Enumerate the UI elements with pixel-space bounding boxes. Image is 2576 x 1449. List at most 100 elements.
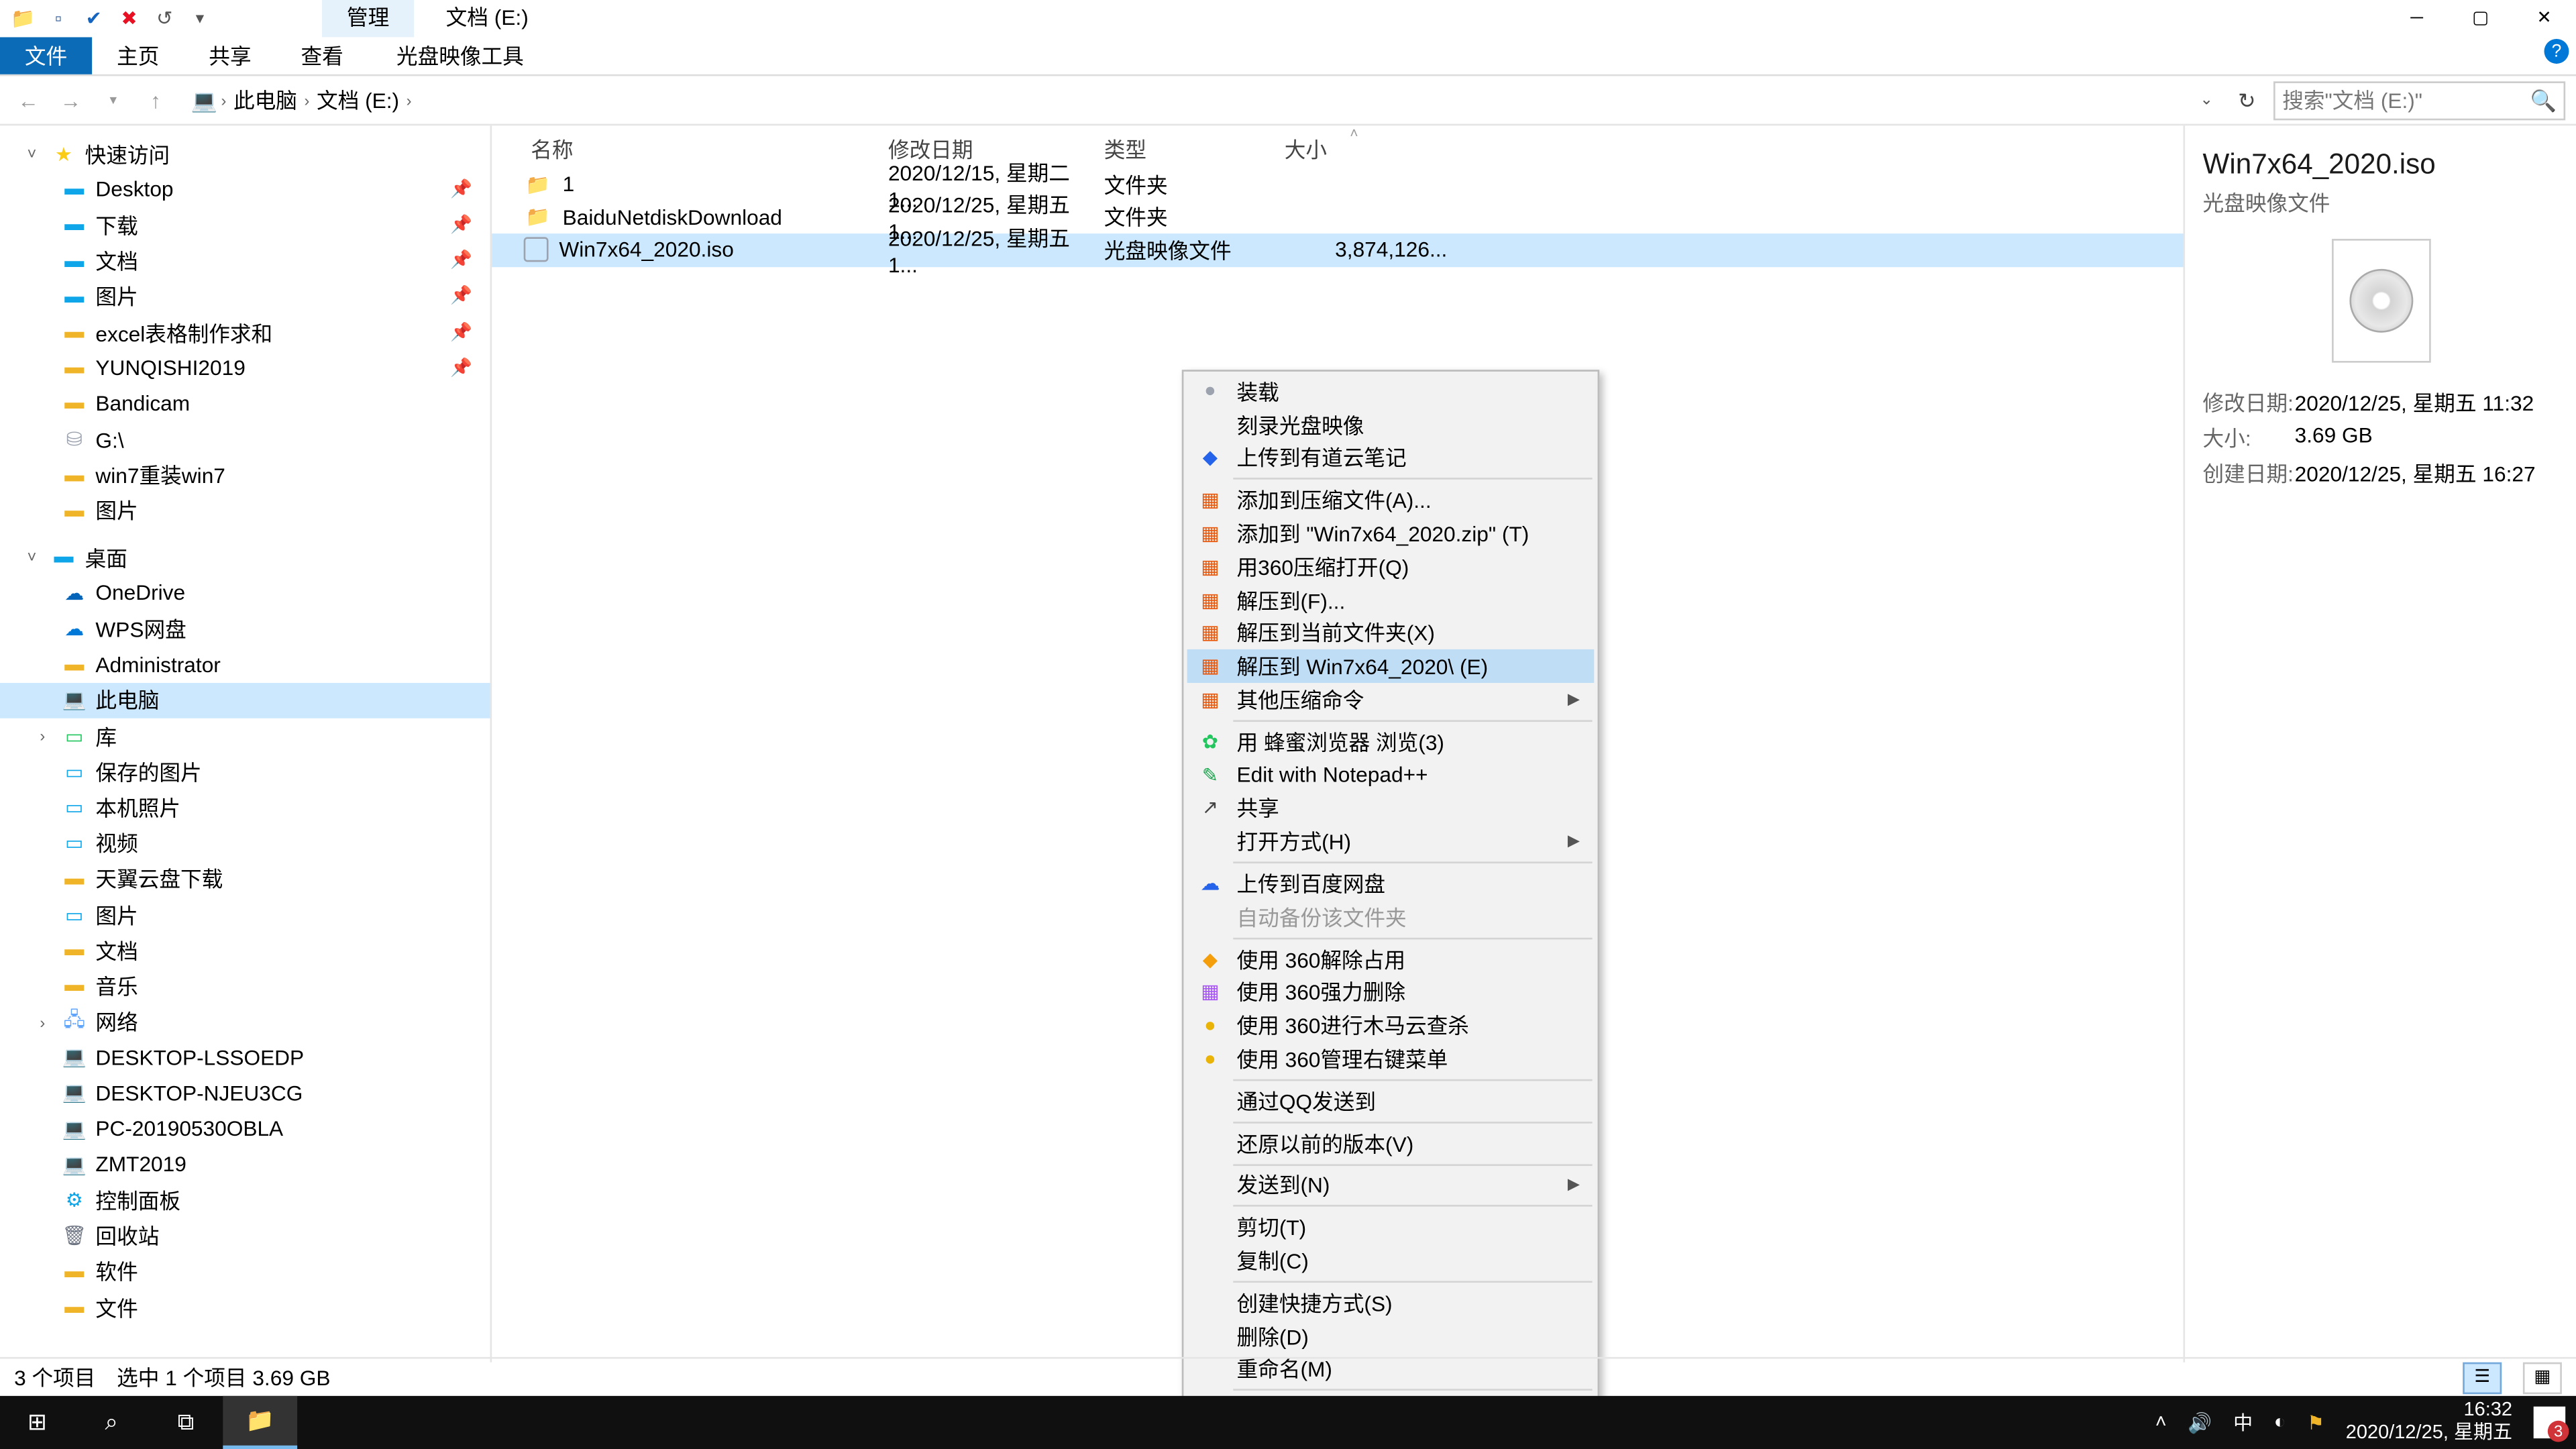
help-icon[interactable]: ? bbox=[2544, 39, 2569, 64]
refresh-button[interactable]: ↻ bbox=[2227, 88, 2266, 113]
column-size[interactable]: 大小 bbox=[1285, 134, 1462, 164]
context-menu-item[interactable]: 打开方式(H)▶ bbox=[1187, 825, 1595, 859]
context-menu-item[interactable]: 创建快捷方式(S) bbox=[1187, 1286, 1595, 1320]
save-icon[interactable]: ▫ bbox=[42, 3, 74, 34]
back-button[interactable]: ← bbox=[11, 83, 46, 118]
search-button[interactable]: ⌕ bbox=[74, 1396, 149, 1449]
volume-icon[interactable]: 🔊 bbox=[2188, 1411, 2212, 1434]
sidebar-item[interactable]: 🗑回收站 bbox=[0, 1218, 490, 1254]
context-menu-item[interactable]: ●装载 bbox=[1187, 375, 1595, 409]
context-menu-item[interactable]: ▦用360压缩打开(Q) bbox=[1187, 550, 1595, 584]
tab-share[interactable]: 共享 bbox=[184, 37, 276, 74]
file-row[interactable]: 📁BaiduNetdiskDownload2020/12/25, 星期五 1..… bbox=[492, 201, 2183, 233]
column-headers[interactable]: 名称 修改日期 类型 大小 bbox=[492, 125, 2183, 168]
details-view-button[interactable]: ☰ bbox=[2463, 1361, 2502, 1393]
minimize-button[interactable]: ─ bbox=[2385, 0, 2449, 37]
breadcrumb-item[interactable]: 文档 (E:) bbox=[313, 85, 403, 115]
sidebar-item[interactable]: ⛁G:\ bbox=[0, 422, 490, 458]
context-menu-item[interactable]: ▦添加到压缩文件(A)... bbox=[1187, 484, 1595, 517]
context-menu-item[interactable]: ☁上传到百度网盘 bbox=[1187, 867, 1595, 901]
sidebar-item[interactable]: ▬文件 bbox=[0, 1290, 490, 1326]
sidebar-item[interactable]: ▬Bandicam bbox=[0, 386, 490, 422]
file-row[interactable]: Win7x64_2020.iso2020/12/25, 星期五 1...光盘映像… bbox=[492, 233, 2183, 266]
sidebar-item[interactable]: ▬软件 bbox=[0, 1254, 490, 1289]
sidebar-item[interactable]: 💻ZMT2019 bbox=[0, 1147, 490, 1183]
sidebar-item[interactable]: ▭保存的图片 bbox=[0, 754, 490, 790]
context-menu-item[interactable]: 通过QQ发送到 bbox=[1187, 1085, 1595, 1118]
context-menu-item[interactable]: ▦使用 360强力删除 bbox=[1187, 976, 1595, 1010]
sidebar-item[interactable]: ▬音乐 bbox=[0, 968, 490, 1004]
start-button[interactable]: ⊞ bbox=[0, 1396, 74, 1449]
context-menu-item[interactable]: ●使用 360管理右键菜单 bbox=[1187, 1042, 1595, 1076]
context-menu-item[interactable]: 发送到(N)▶ bbox=[1187, 1169, 1595, 1202]
sidebar-item[interactable]: ▬Desktop📌 bbox=[0, 172, 490, 207]
context-menu-item[interactable]: 剪切(T) bbox=[1187, 1211, 1595, 1244]
tab-file[interactable]: 文件 bbox=[0, 37, 92, 74]
context-menu-item[interactable]: 删除(D) bbox=[1187, 1320, 1595, 1353]
qat-dropdown-icon[interactable]: ▼ bbox=[184, 3, 215, 34]
context-menu-item[interactable]: ▦解压到(F)... bbox=[1187, 584, 1595, 617]
tray-overflow-icon[interactable]: ˄ bbox=[2155, 1412, 2167, 1434]
context-menu-item[interactable]: ▦解压到当前文件夹(X) bbox=[1187, 616, 1595, 650]
delete-icon[interactable]: ✖ bbox=[113, 3, 145, 34]
sidebar-item[interactable]: ›▭库 bbox=[0, 718, 490, 754]
breadcrumb-root[interactable]: 此电脑 bbox=[230, 85, 301, 115]
sidebar-item[interactable]: ▬excel表格制作求和📌 bbox=[0, 315, 490, 350]
sidebar-item[interactable]: ▭视频 bbox=[0, 825, 490, 861]
context-menu-item[interactable]: ↗共享 bbox=[1187, 792, 1595, 825]
sidebar-item[interactable]: ▬图片📌 bbox=[0, 279, 490, 315]
column-type[interactable]: 类型 bbox=[1104, 134, 1285, 164]
sidebar-item[interactable]: 💻DESKTOP-LSSOEDP bbox=[0, 1040, 490, 1075]
sidebar-item[interactable]: ▬文档 bbox=[0, 932, 490, 968]
context-menu-item[interactable]: 刻录光盘映像 bbox=[1187, 409, 1595, 442]
notification-button[interactable]: 3 bbox=[2534, 1407, 2565, 1438]
sidebar-item[interactable]: ☁WPS网盘 bbox=[0, 611, 490, 647]
close-button[interactable]: ✕ bbox=[2512, 0, 2576, 37]
tab-view[interactable]: 查看 bbox=[276, 37, 368, 74]
icons-view-button[interactable]: ▦ bbox=[2523, 1361, 2562, 1393]
sidebar-desktop[interactable]: ˅▬桌面 bbox=[0, 540, 490, 576]
context-menu-item[interactable]: ▦解压到 Win7x64_2020\ (E) bbox=[1187, 650, 1595, 684]
ime-indicator[interactable]: 中 bbox=[2233, 1408, 2253, 1436]
context-menu-item[interactable]: ◆上传到有道云笔记 bbox=[1187, 441, 1595, 475]
sidebar-item[interactable]: ☁OneDrive bbox=[0, 576, 490, 611]
explorer-taskbar-button[interactable]: 📁 bbox=[223, 1396, 297, 1449]
task-view-button[interactable]: ⧉ bbox=[149, 1396, 223, 1449]
context-menu-item[interactable]: ▦其他压缩命令▶ bbox=[1187, 683, 1595, 716]
forward-button[interactable]: → bbox=[53, 83, 89, 118]
sidebar-item[interactable]: ▬天翼云盘下载 bbox=[0, 861, 490, 897]
checkmark-icon[interactable]: ✔ bbox=[78, 3, 109, 34]
context-menu-item[interactable]: 复制(C) bbox=[1187, 1244, 1595, 1277]
app-icon[interactable]: 📁 bbox=[7, 3, 39, 34]
context-menu-item[interactable]: ◆使用 360解除占用 bbox=[1187, 943, 1595, 976]
sidebar-item[interactable]: ▭图片 bbox=[0, 897, 490, 932]
security-icon[interactable]: ⚑ bbox=[2307, 1411, 2324, 1434]
sidebar-item[interactable]: 💻此电脑 bbox=[0, 683, 490, 718]
sidebar-item[interactable]: ▬Administrator bbox=[0, 647, 490, 682]
sidebar-item[interactable]: ▬下载📌 bbox=[0, 208, 490, 244]
address-dropdown[interactable]: ⌄ bbox=[2200, 91, 2213, 110]
sidebar-item[interactable]: ▬YUNQISHI2019📌 bbox=[0, 351, 490, 386]
column-name[interactable]: 名称 bbox=[492, 134, 888, 164]
up-button[interactable]: ↑ bbox=[138, 83, 174, 118]
sidebar-item[interactable]: ▬图片 bbox=[0, 493, 490, 529]
maximize-button[interactable]: ▢ bbox=[2449, 0, 2512, 37]
search-input[interactable]: 搜索"文档 (E:)" 🔍 bbox=[2273, 80, 2565, 119]
sidebar-quick-access[interactable]: ˅★快速访问 bbox=[0, 136, 490, 172]
context-menu-item[interactable]: ✎Edit with Notepad++ bbox=[1187, 759, 1595, 792]
sidebar-item[interactable]: ▬文档📌 bbox=[0, 244, 490, 279]
sidebar-item[interactable]: ▭本机照片 bbox=[0, 790, 490, 825]
sidebar-item[interactable]: ›🖧网络 bbox=[0, 1004, 490, 1040]
context-menu-item[interactable]: ✿用 蜂蜜浏览器 浏览(3) bbox=[1187, 725, 1595, 759]
sidebar-item[interactable]: ▬win7重装win7 bbox=[0, 458, 490, 493]
file-row[interactable]: 📁12020/12/15, 星期二 1...文件夹 bbox=[492, 168, 2183, 201]
history-dropdown[interactable]: ▾ bbox=[95, 83, 131, 118]
sidebar-item[interactable]: ⚙控制面板 bbox=[0, 1183, 490, 1218]
context-menu-item[interactable]: ●使用 360进行木马云查杀 bbox=[1187, 1009, 1595, 1042]
tab-disc-tools[interactable]: 光盘映像工具 bbox=[372, 37, 549, 74]
undo-icon[interactable]: ↺ bbox=[149, 3, 180, 34]
tab-home[interactable]: 主页 bbox=[92, 37, 184, 74]
ime-mode-icon[interactable]: ◐ bbox=[2274, 1412, 2286, 1434]
breadcrumb[interactable]: 💻 › 此电脑 › 文档 (E:) › bbox=[191, 85, 412, 115]
context-menu-item[interactable]: 还原以前的版本(V) bbox=[1187, 1126, 1595, 1160]
